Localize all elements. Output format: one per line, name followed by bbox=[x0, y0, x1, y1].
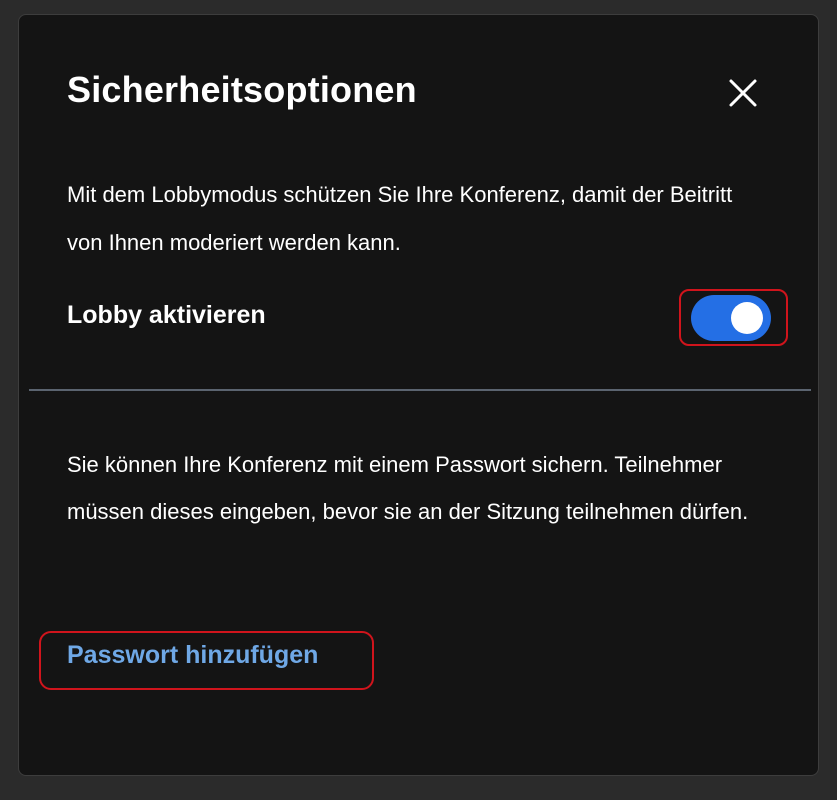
close-button[interactable] bbox=[723, 73, 763, 113]
security-options-dialog: Sicherheitsoptionen Mit dem Lobbymodus s… bbox=[18, 14, 819, 776]
add-password-link[interactable]: Passwort hinzufügen bbox=[67, 641, 318, 670]
password-description: Sie können Ihre Konferenz mit einem Pass… bbox=[67, 452, 749, 524]
close-icon bbox=[723, 73, 763, 113]
lobby-toggle-label: Lobby aktivieren bbox=[67, 301, 266, 329]
lobby-toggle-switch[interactable] bbox=[691, 295, 771, 341]
lobby-description: Mit dem Lobbymodus schützen Sie Ihre Kon… bbox=[67, 182, 733, 255]
toggle-knob bbox=[731, 302, 763, 334]
section-divider bbox=[29, 389, 811, 391]
dialog-title: Sicherheitsoptionen bbox=[67, 69, 417, 110]
toggle-highlight-box bbox=[679, 289, 788, 346]
